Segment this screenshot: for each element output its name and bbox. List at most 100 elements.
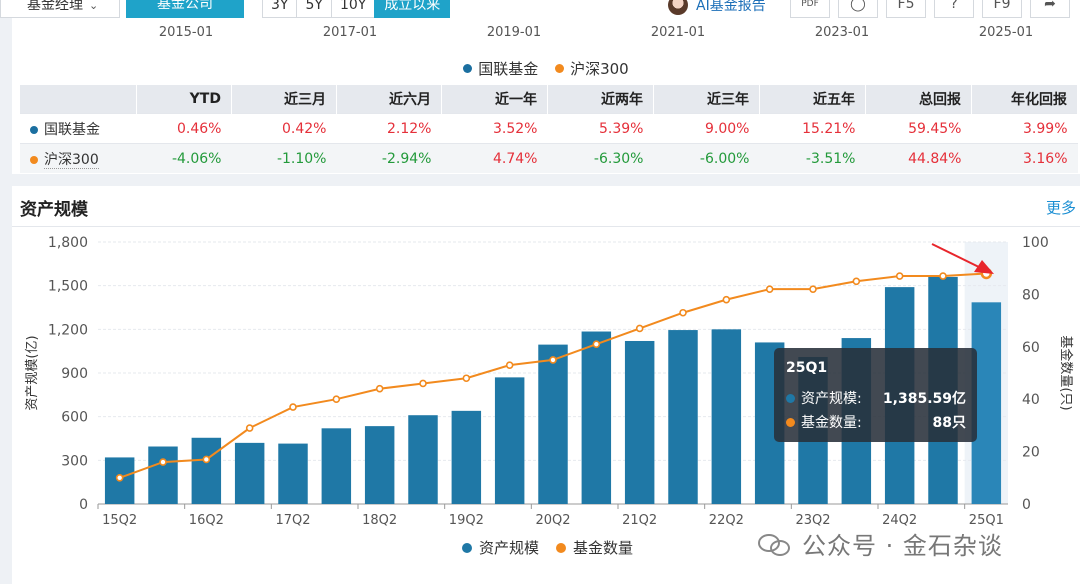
x-tick-label: 22Q2 xyxy=(709,513,744,528)
table-cell: 59.45% xyxy=(865,113,972,144)
table-cell: 3.99% xyxy=(971,113,1078,144)
fund-count-point-22Q4 xyxy=(765,285,774,293)
fund-count-point-24Q2 xyxy=(895,272,904,280)
fund-count-point-20Q2 xyxy=(549,356,557,364)
year-tick: 2017-01 xyxy=(322,25,378,40)
fund-manager-dropdown[interactable]: 基金经理 ⌄ xyxy=(0,0,120,18)
wechat-logo-icon xyxy=(758,532,792,556)
table-row: 沪深300 -4.06% -1.10% -2.94% 4.74% -6.30% … xyxy=(20,143,1078,173)
watermark: 公众号 · 金石杂谈 xyxy=(758,526,1003,561)
range-3y-button[interactable]: 3Y xyxy=(262,0,298,18)
year-tick: 2023-01 xyxy=(814,25,870,40)
column-header: 近六月 xyxy=(336,85,442,114)
performance-card: 2015-01 2017-01 2019-01 2021-01 2023-01 … xyxy=(12,18,1080,174)
series-dot-icon xyxy=(30,155,38,164)
table-cell: -3.51% xyxy=(759,143,866,173)
tooltip-period: 25Q1 xyxy=(786,360,828,376)
fund-count-point-22Q2 xyxy=(722,295,731,304)
column-header: YTD xyxy=(136,85,232,114)
x-tick-label: 15Q2 xyxy=(102,513,137,528)
y-right-tick-label: 0 xyxy=(1022,497,1031,513)
legend-dot-icon xyxy=(556,543,566,553)
series-dot-icon xyxy=(30,125,38,134)
top-toolbar: 基金经理 ⌄ 基金公司 3Y 5Y 10Y 成立以来 AI基金报告 PDF ◯ F… xyxy=(0,0,1080,18)
bar-17Q4 xyxy=(321,428,352,504)
row-label: 沪深300 xyxy=(20,143,137,173)
tooltip-dot-icon xyxy=(786,393,795,403)
y-left-tick-label: 300 xyxy=(61,453,88,469)
y-right-tick-label: 80 xyxy=(1022,287,1040,303)
f5-button[interactable]: F5 xyxy=(886,0,926,18)
bar-18Q2 xyxy=(364,426,395,504)
x-tick-label: 21Q2 xyxy=(622,513,657,528)
column-header: 近三月 xyxy=(231,85,337,114)
share-arrow-icon[interactable]: ➦ xyxy=(1030,0,1070,18)
performance-table: YTD 近三月 近六月 近一年 近两年 近三年 近五年 总回报 年化回报 国联基… xyxy=(20,85,1079,173)
table-cell: 0.42% xyxy=(231,113,337,144)
table-cell: 15.21% xyxy=(759,113,866,144)
y-right-tick-label: 20 xyxy=(1022,445,1040,461)
legend-item-index[interactable]: 沪深300 xyxy=(555,58,629,79)
tooltip-label: 基金数量: xyxy=(801,415,862,431)
tooltip-dot-icon xyxy=(786,417,795,427)
bar-18Q4 xyxy=(408,415,438,504)
legend-label-count: 基金数量 xyxy=(573,539,633,557)
fund-count-point-16Q4 xyxy=(245,424,254,432)
bar-16Q2 xyxy=(191,437,222,504)
year-tick: 2021-01 xyxy=(650,25,706,40)
bar-20Q2 xyxy=(538,344,568,504)
table-cell: -6.30% xyxy=(547,143,654,173)
legend-item-fund[interactable]: 国联基金 xyxy=(463,58,538,79)
ai-report-button[interactable]: AI基金报告 xyxy=(668,0,766,18)
year-tick: 2019-01 xyxy=(486,25,542,40)
x-tick-label: 19Q2 xyxy=(449,513,484,528)
y-left-tick-label: 1,500 xyxy=(48,279,88,295)
x-tick-label: 17Q2 xyxy=(275,513,310,528)
table-cell: 5.39% xyxy=(547,113,654,144)
fund-company-tab[interactable]: 基金公司 xyxy=(126,0,244,18)
watermark-text: 公众号 · 金石杂谈 xyxy=(802,532,1003,560)
range-10y-button[interactable]: 10Y xyxy=(330,0,376,18)
bar-22Q2 xyxy=(711,329,742,504)
column-header: 年化回报 xyxy=(971,85,1079,114)
year-tick: 2015-01 xyxy=(158,25,214,40)
column-header: 总回报 xyxy=(865,85,972,114)
performance-header-row: YTD 近三月 近六月 近一年 近两年 近三年 近五年 总回报 年化回报 xyxy=(20,85,1079,114)
bar-19Q4 xyxy=(494,377,525,504)
fund-count-point-15Q4 xyxy=(159,458,167,466)
y-left-tick-label: 900 xyxy=(61,366,88,382)
wechat-share-icon[interactable]: ◯ xyxy=(838,0,878,18)
chart-tooltip: 25Q1 资产规模: 1,385.59亿 基金数量: 88只 xyxy=(774,348,977,442)
table-cell: 2.12% xyxy=(336,113,442,144)
y-left-tick-label: 1,200 xyxy=(48,322,88,338)
legend-label: 沪深300 xyxy=(570,60,629,78)
table-row: 国联基金 0.46% 0.42% 2.12% 3.52% 5.39% 9.00%… xyxy=(20,113,1078,144)
range-since-inception-button[interactable]: 成立以来 xyxy=(374,0,451,18)
ai-report-label: AI基金报告 xyxy=(696,0,766,14)
fund-manager-dropdown-label: 基金经理 xyxy=(27,0,83,13)
fund-count-point-17Q2 xyxy=(289,403,297,411)
tooltip-row-aum: 资产规模: 1,385.59亿 xyxy=(786,388,966,408)
legend-dot-icon xyxy=(462,543,472,553)
tooltip-value: 1,385.59亿 xyxy=(882,391,966,407)
bar-21Q4 xyxy=(668,330,698,504)
y-right-axis-title: 基金数量(只) xyxy=(1058,335,1074,410)
help-icon[interactable]: ? xyxy=(934,0,974,18)
table-cell: 3.52% xyxy=(441,113,548,144)
row-name[interactable]: 沪深300 xyxy=(44,151,99,169)
column-header: 近一年 xyxy=(441,85,548,114)
tooltip-value: 88只 xyxy=(932,415,966,431)
f9-button[interactable]: F9 xyxy=(982,0,1022,18)
legend-dot-icon xyxy=(555,64,565,73)
y-right-tick-label: 60 xyxy=(1022,340,1040,356)
row-name: 国联基金 xyxy=(44,121,100,138)
y-right-tick-label: 40 xyxy=(1022,392,1040,408)
asset-size-card: 资产规模 更多 0 300 600 900 1,200 1,500 1,800 0 20 40 60… xyxy=(12,186,1080,584)
y-left-tick-label: 600 xyxy=(61,410,88,426)
range-5y-button[interactable]: 5Y xyxy=(296,0,332,18)
range-selector: 3Y 5Y 10Y 成立以来 xyxy=(262,0,451,18)
fund-count-point-21Q4 xyxy=(679,308,687,317)
legend-label-aum: 资产规模 xyxy=(479,539,539,557)
table-cell: 0.46% xyxy=(136,113,232,144)
pdf-icon[interactable]: PDF xyxy=(790,0,830,18)
